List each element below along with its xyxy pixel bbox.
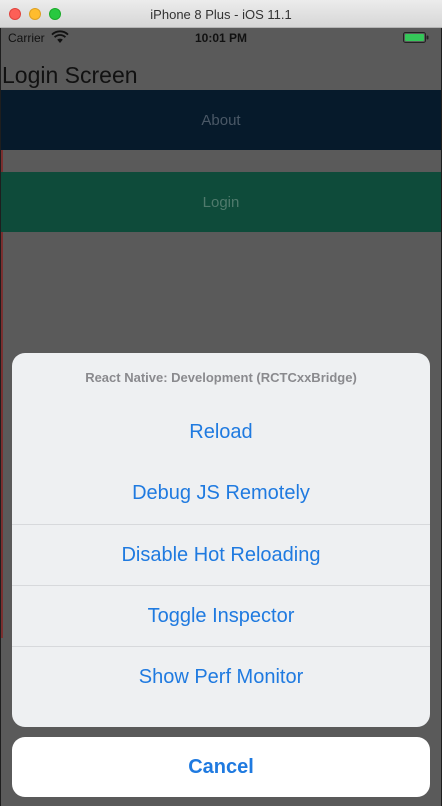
- toggle-inspector-menu-item[interactable]: Toggle Inspector: [12, 585, 430, 646]
- battery-icon: [403, 32, 429, 43]
- debug-js-remotely-menu-item[interactable]: Debug JS Remotely: [12, 463, 430, 524]
- window-title: iPhone 8 Plus - iOS 11.1: [150, 7, 292, 22]
- cancel-button[interactable]: Cancel: [12, 737, 430, 797]
- reload-menu-item[interactable]: Reload: [12, 401, 430, 463]
- simulator-title-bar: iPhone 8 Plus - iOS 11.1: [0, 0, 442, 28]
- status-time: 10:01 PM: [194, 31, 248, 45]
- page-title: Login Screen: [2, 62, 138, 88]
- dev-menu-action-sheet: React Native: Development (RCTCxxBridge)…: [12, 353, 430, 727]
- status-bar: Carrier 10:01 PM: [1, 28, 441, 48]
- device-screen: Carrier 10:01 PM Login Screen About Logi…: [1, 28, 441, 806]
- show-perf-monitor-menu-item[interactable]: Show Perf Monitor: [12, 646, 430, 707]
- login-button[interactable]: Login: [1, 172, 441, 232]
- about-button[interactable]: About: [1, 90, 441, 150]
- dev-menu-header: React Native: Development (RCTCxxBridge): [85, 369, 357, 385]
- disable-hot-reloading-menu-item[interactable]: Disable Hot Reloading: [12, 524, 430, 585]
